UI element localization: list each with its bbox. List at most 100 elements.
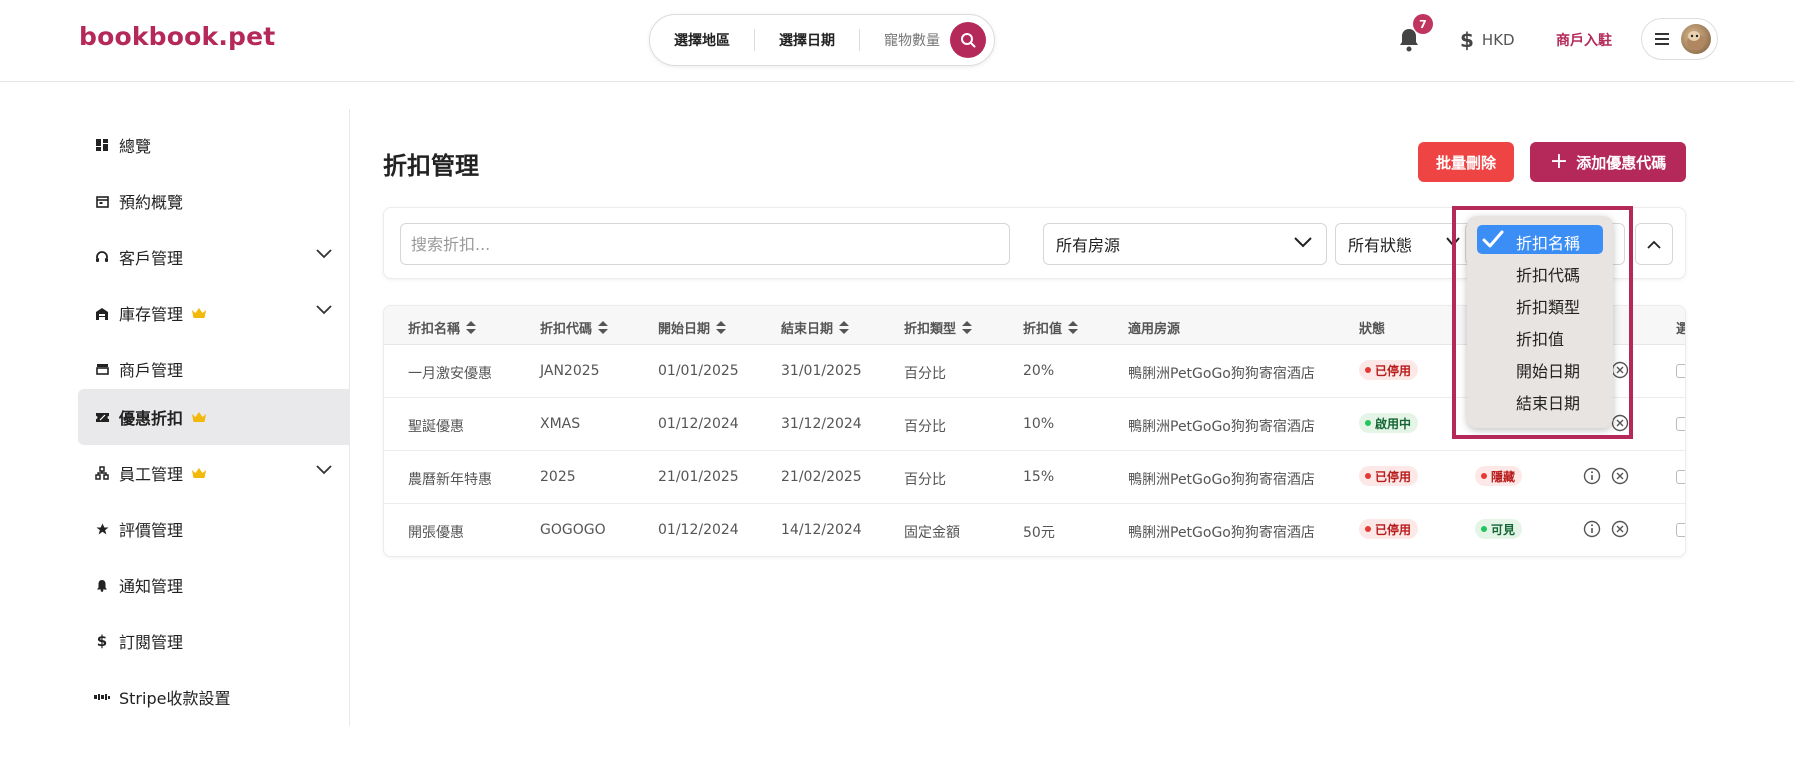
stripe-icon (94, 689, 110, 705)
sidebar-item-staff[interactable]: 員工管理 (78, 445, 350, 501)
cell-end-date: 21/02/2025 (781, 469, 862, 485)
dollar-icon: $ (96, 632, 108, 650)
row-select-checkbox[interactable] (1676, 523, 1685, 537)
sidebar-item-bookings[interactable]: 預約概覽 (78, 173, 350, 229)
team-icon (94, 465, 110, 481)
bulk-delete-button[interactable]: 批量刪除 (1418, 142, 1514, 182)
discount-search-input[interactable] (400, 223, 1010, 265)
sidebar-item-label: 員工管理 (119, 465, 184, 484)
column-header-type[interactable]: 折扣類型 (904, 318, 973, 337)
cell-code: GOGOGO (540, 522, 606, 538)
cell-value: 10% (1023, 416, 1055, 432)
cell-start-date: 21/01/2025 (658, 469, 739, 485)
status-badge: 啟用中 (1359, 413, 1419, 433)
sidebar-item-customers[interactable]: 客戶管理 (78, 229, 350, 285)
sidebar-item-label: 優惠折扣 (119, 409, 184, 428)
user-menu-button[interactable] (1641, 18, 1718, 60)
deactivate-icon[interactable] (1611, 467, 1629, 485)
sort-option-end-date[interactable]: 結束日期 (1516, 390, 1580, 414)
menu-icon (1655, 30, 1669, 48)
sidebar-item-discounts[interactable]: 優惠折扣 (78, 389, 350, 445)
table-row: 農曆新年特惠 2025 21/01/2025 21/02/2025 百分比 15… (384, 451, 1685, 504)
sidebar-item-overview[interactable]: 總覽 (78, 117, 350, 173)
column-header-code[interactable]: 折扣代碼 (540, 318, 609, 337)
dashboard-icon (94, 137, 110, 153)
column-header-start-date[interactable]: 開始日期 (658, 318, 727, 337)
star-icon (94, 521, 110, 537)
chevron-down-icon[interactable] (316, 305, 332, 315)
cell-property: 鴨脷洲PetGoGo狗狗寄宿酒店 (1128, 472, 1315, 488)
column-header-select: 選 (1676, 318, 1685, 337)
cell-property: 鴨脷洲PetGoGo狗狗寄宿酒店 (1128, 419, 1315, 435)
crown-icon (191, 464, 207, 483)
search-region[interactable]: 選擇地區 (674, 30, 730, 50)
cell-end-date: 14/12/2024 (781, 522, 862, 538)
cell-start-date: 01/01/2025 (658, 363, 739, 379)
sidebar-item-inventory[interactable]: 庫存管理 (78, 285, 350, 341)
headset-icon (94, 249, 110, 265)
ticket-icon (94, 409, 110, 425)
cell-code: XMAS (540, 416, 581, 432)
sort-option-name[interactable]: 折扣名稱 (1516, 230, 1580, 254)
sidebar-item-label: 庫存管理 (119, 305, 184, 324)
avatar (1681, 24, 1711, 54)
cell-type: 百分比 (904, 366, 946, 382)
chevron-down-icon[interactable] (316, 465, 332, 475)
cell-end-date: 31/01/2025 (781, 363, 862, 379)
sidebar-item-stripe[interactable]: Stripe收款設置 (78, 669, 350, 725)
row-select-checkbox[interactable] (1676, 417, 1685, 431)
divider (859, 29, 860, 51)
calendar-icon (94, 193, 110, 209)
row-select-checkbox[interactable] (1676, 470, 1685, 484)
property-filter-select[interactable]: 所有房源 (1043, 223, 1327, 265)
sidebar-item-label: 通知管理 (119, 577, 184, 596)
search-bar[interactable]: 選擇地區 選擇日期 寵物數量 (649, 14, 995, 66)
sidebar-item-label: 總覽 (119, 137, 152, 156)
search-date[interactable]: 選擇日期 (779, 30, 835, 50)
collapse-filters-button[interactable] (1635, 223, 1673, 265)
sidebar-item-subscription[interactable]: $ 訂閱管理 (78, 613, 350, 669)
deactivate-icon[interactable] (1611, 520, 1629, 538)
row-select-checkbox[interactable] (1676, 364, 1685, 378)
search-icon (961, 33, 976, 48)
store-icon (94, 361, 110, 377)
sidebar-item-reviews[interactable]: 評價管理 (78, 501, 350, 557)
cell-type: 固定金額 (904, 525, 960, 541)
column-header-value[interactable]: 折扣值 (1023, 318, 1079, 337)
visibility-badge: 可見 (1475, 519, 1523, 539)
info-icon[interactable] (1583, 467, 1601, 485)
chevron-down-icon[interactable] (316, 249, 332, 259)
sort-option-code[interactable]: 折扣代碼 (1516, 262, 1580, 286)
currency-selector[interactable]: $ HKD (1460, 28, 1515, 52)
add-coupon-button[interactable]: + 添加優惠代碼 (1530, 142, 1686, 182)
top-header: bookbook.pet 選擇地區 選擇日期 寵物數量 7 $ HKD 商戶入駐 (0, 0, 1794, 82)
sort-option-start-date[interactable]: 開始日期 (1516, 358, 1580, 382)
currency-label: HKD (1481, 31, 1515, 49)
status-badge: 已停用 (1359, 519, 1419, 539)
search-button[interactable] (950, 22, 986, 58)
merchant-join-link[interactable]: 商戶入駐 (1556, 30, 1612, 50)
plus-icon: + (1549, 149, 1569, 174)
logo[interactable]: bookbook.pet (79, 22, 275, 51)
sidebar-item-label: 評價管理 (119, 521, 184, 540)
sort-option-value[interactable]: 折扣值 (1516, 326, 1564, 350)
sidebar-item-label: Stripe收款設置 (119, 689, 231, 708)
column-header-end-date[interactable]: 結束日期 (781, 318, 850, 337)
crown-icon (191, 304, 207, 323)
bell-icon (94, 577, 110, 593)
sort-option-type[interactable]: 折扣類型 (1516, 294, 1580, 318)
cell-type: 百分比 (904, 419, 946, 435)
visibility-badge: 隱藏 (1475, 466, 1523, 486)
sidebar-item-notifications[interactable]: 通知管理 (78, 557, 350, 613)
sidebar-item-label: 預約概覽 (119, 193, 184, 212)
cell-end-date: 31/12/2024 (781, 416, 862, 432)
column-header-name[interactable]: 折扣名稱 (408, 318, 477, 337)
search-pets[interactable]: 寵物數量 (884, 30, 940, 50)
add-coupon-label: 添加優惠代碼 (1576, 153, 1667, 172)
info-icon[interactable] (1583, 520, 1601, 538)
sort-icon (839, 321, 850, 334)
cell-type: 百分比 (904, 472, 946, 488)
chevron-down-icon (1294, 237, 1312, 248)
cell-name: 一月激安優惠 (408, 366, 492, 382)
cell-value: 50元 (1023, 525, 1055, 541)
